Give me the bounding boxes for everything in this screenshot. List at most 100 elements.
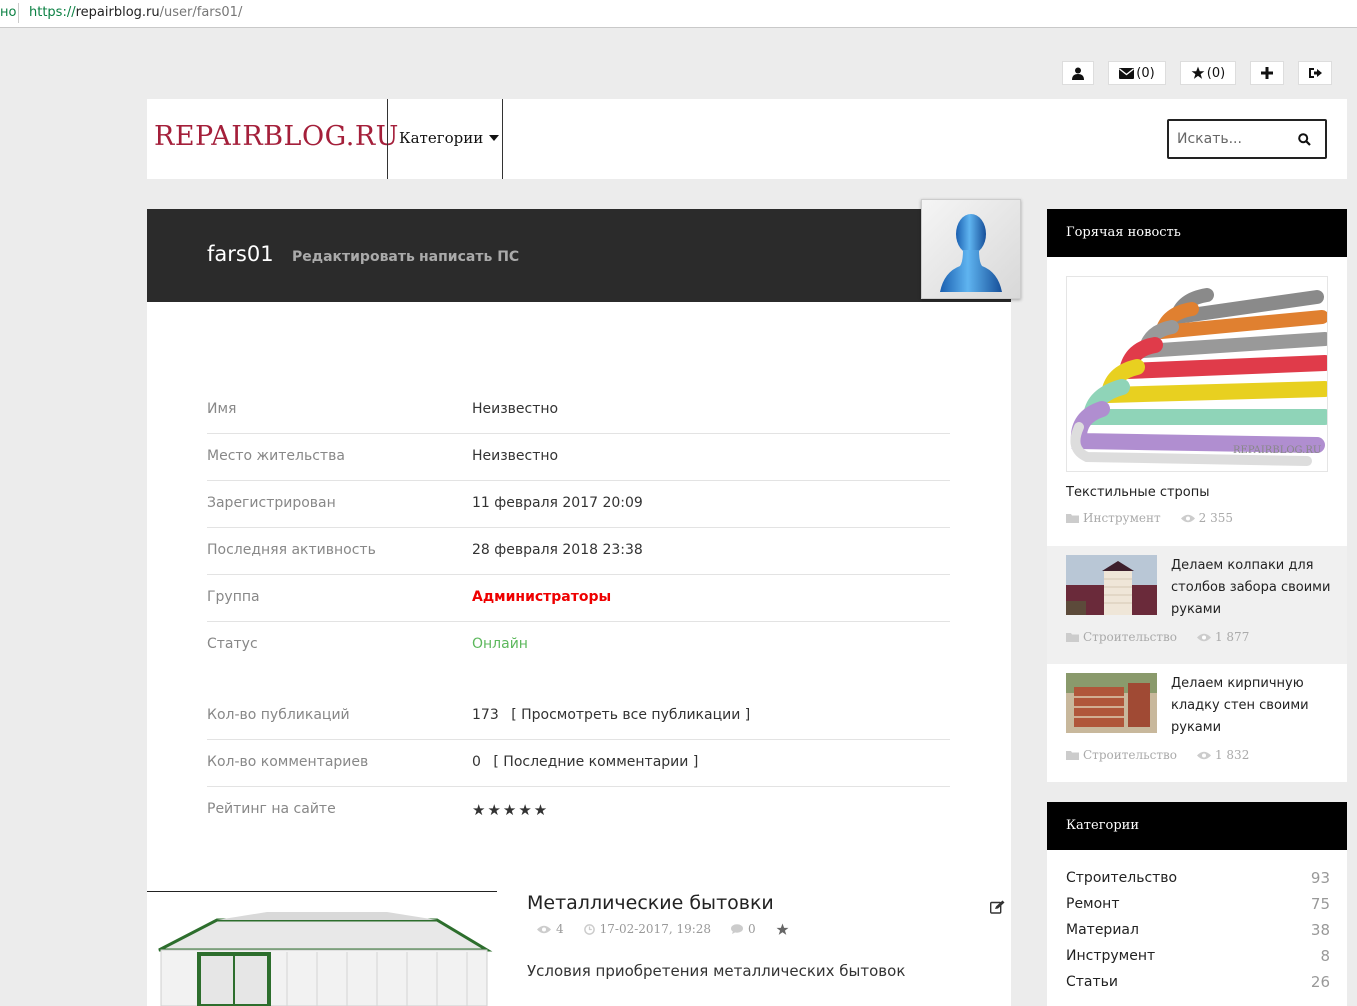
url-scheme: https:// xyxy=(29,5,76,20)
news-category[interactable]: Строительство xyxy=(1083,630,1177,644)
news-views: 1 877 xyxy=(1214,630,1250,644)
news-meta: Строительство 1 832 xyxy=(1066,748,1249,762)
category-name: Материал xyxy=(1066,922,1139,938)
profile-button[interactable] xyxy=(1062,61,1094,85)
news-title[interactable]: Делаем кирпичную кладку стен своими рука… xyxy=(1171,673,1331,739)
logout-button[interactable] xyxy=(1298,61,1332,85)
folder-icon xyxy=(1066,514,1079,523)
news-views: 1 832 xyxy=(1214,748,1250,762)
categories-menu[interactable]: Категории xyxy=(399,129,500,147)
browser-address-bar[interactable]: но https://repairblog.ru/user/fars01/ xyxy=(0,0,1357,28)
info-row-group: Группа Администраторы xyxy=(207,575,950,622)
send-pm-link[interactable]: написать ПС xyxy=(419,249,519,265)
article-meta: 4 17-02-2017, 19:28 0 xyxy=(537,922,789,936)
edit-profile-link[interactable]: Редактировать xyxy=(292,249,415,265)
view-all-publications-link[interactable]: [ Просмотреть все публикации ] xyxy=(511,707,750,723)
publications-count: 173 xyxy=(472,707,499,723)
hot-news-caption[interactable]: Текстильные стропы xyxy=(1066,485,1210,500)
info-label: Место жительства xyxy=(207,448,345,464)
news-item[interactable]: Делаем кирпичную кладку стен своими рука… xyxy=(1047,664,1347,782)
address-divider xyxy=(18,3,19,23)
news-item[interactable]: Делаем колпаки для столбов забора своими… xyxy=(1047,546,1347,664)
brick-wall-image xyxy=(1066,673,1157,733)
categories-panel: Категории Строительство 93 Ремонт 75 Мат… xyxy=(1047,802,1347,1006)
favorites-button[interactable]: (0) xyxy=(1180,61,1236,85)
info-row-registered: Зарегистрирован 11 февраля 2017 20:09 xyxy=(207,481,950,528)
hot-news-title: Горячая новость xyxy=(1047,209,1347,257)
metal-shed-image xyxy=(147,902,497,1006)
categories-menu-label: Категории xyxy=(399,129,484,147)
url-text[interactable]: https://repairblog.ru/user/fars01/ xyxy=(29,5,242,20)
site-header: REPAIRBLOG.RU Категории xyxy=(147,99,1347,179)
publications-value: 173 [ Просмотреть все публикации ] xyxy=(472,707,750,723)
user-icon xyxy=(1072,67,1084,80)
favorites-count: (0) xyxy=(1206,65,1226,81)
envelope-icon xyxy=(1119,67,1135,79)
article-date: 17-02-2017, 19:28 xyxy=(599,922,712,936)
category-name: Статьи xyxy=(1066,974,1119,990)
news-title[interactable]: Делаем колпаки для столбов забора своими… xyxy=(1171,555,1331,621)
search-icon[interactable] xyxy=(1298,133,1311,146)
edit-icon[interactable] xyxy=(990,900,1005,914)
status-badge: Онлайн xyxy=(472,636,528,652)
secure-indicator: но xyxy=(0,5,17,20)
article-views: 4 xyxy=(556,922,564,936)
info-row-rating: Рейтинг на сайте ★★★★★ xyxy=(207,787,950,834)
info-value: 11 февраля 2017 20:09 xyxy=(472,495,643,511)
eye-icon xyxy=(537,925,551,933)
rating-stars: ★★★★★ xyxy=(472,801,550,819)
profile-username: fars01 xyxy=(207,242,274,266)
last-comments-link[interactable]: [ Последние комментарии ] xyxy=(493,754,698,770)
info-label: Зарегистрирован xyxy=(207,495,336,511)
categories-title: Категории xyxy=(1047,802,1347,850)
category-item[interactable]: Строительство 93 xyxy=(1066,866,1330,892)
news-thumbnail xyxy=(1066,555,1157,615)
category-name: Инструмент xyxy=(1066,948,1156,964)
hot-news-meta: Инструмент 2 355 xyxy=(1066,511,1233,525)
info-label: Статус xyxy=(207,636,258,652)
fence-cap-image xyxy=(1066,555,1157,615)
info-label: Кол-во комментариев xyxy=(207,754,369,770)
article-image[interactable] xyxy=(147,902,497,1006)
hot-news-panel: Горячая новость REPAIRBLOG.RU Текстильны… xyxy=(1047,209,1347,782)
info-row-status: Статус Онлайн xyxy=(207,622,950,669)
category-name: Строительство xyxy=(1066,870,1178,886)
category-name: Ремонт xyxy=(1066,896,1120,912)
header-divider xyxy=(387,99,388,179)
news-thumbnail xyxy=(1066,673,1157,733)
messages-button[interactable]: (0) xyxy=(1108,61,1166,85)
search-box xyxy=(1167,119,1327,159)
hot-news-image[interactable]: REPAIRBLOG.RU xyxy=(1066,276,1328,472)
news-category[interactable]: Строительство xyxy=(1083,748,1177,762)
url-host: repairblog.ru xyxy=(75,5,160,20)
eye-icon xyxy=(1196,633,1211,641)
info-row-comments: Кол-во комментариев 0 [ Последние коммен… xyxy=(207,740,950,787)
favorite-star-icon[interactable] xyxy=(776,923,789,936)
url-path: /user/fars01/ xyxy=(159,5,243,20)
article-title[interactable]: Металлические бытовки xyxy=(527,892,774,914)
image-watermark: REPAIRBLOG.RU xyxy=(1233,445,1322,456)
category-count: 38 xyxy=(1310,921,1330,939)
category-item[interactable]: Инструмент 8 xyxy=(1066,944,1330,970)
profile-header: fars01 Редактировать написать ПС xyxy=(147,209,1011,302)
info-label: Группа xyxy=(207,589,260,605)
add-post-button[interactable] xyxy=(1250,61,1284,85)
category-item[interactable]: Материал 38 xyxy=(1066,918,1330,944)
category-item[interactable]: Статьи 26 xyxy=(1066,970,1330,996)
avatar xyxy=(921,199,1021,299)
info-label: Последняя активность xyxy=(207,542,376,558)
star-icon xyxy=(1191,66,1205,79)
site-logo[interactable]: REPAIRBLOG.RU xyxy=(154,121,399,152)
messages-count: (0) xyxy=(1136,65,1155,81)
search-input[interactable] xyxy=(1177,129,1292,149)
info-value: Неизвестно xyxy=(472,401,559,417)
eye-icon xyxy=(1180,514,1195,522)
folder-icon xyxy=(1066,633,1079,642)
group-badge[interactable]: Администраторы xyxy=(472,589,611,605)
hot-news-category[interactable]: Инструмент xyxy=(1083,511,1161,525)
comments-value: 0 [ Последние комментарии ] xyxy=(472,754,698,770)
header-divider xyxy=(502,99,503,179)
category-item[interactable]: Ремонт 75 xyxy=(1066,892,1330,918)
clock-icon xyxy=(583,923,595,935)
news-meta: Строительство 1 877 xyxy=(1066,630,1249,644)
